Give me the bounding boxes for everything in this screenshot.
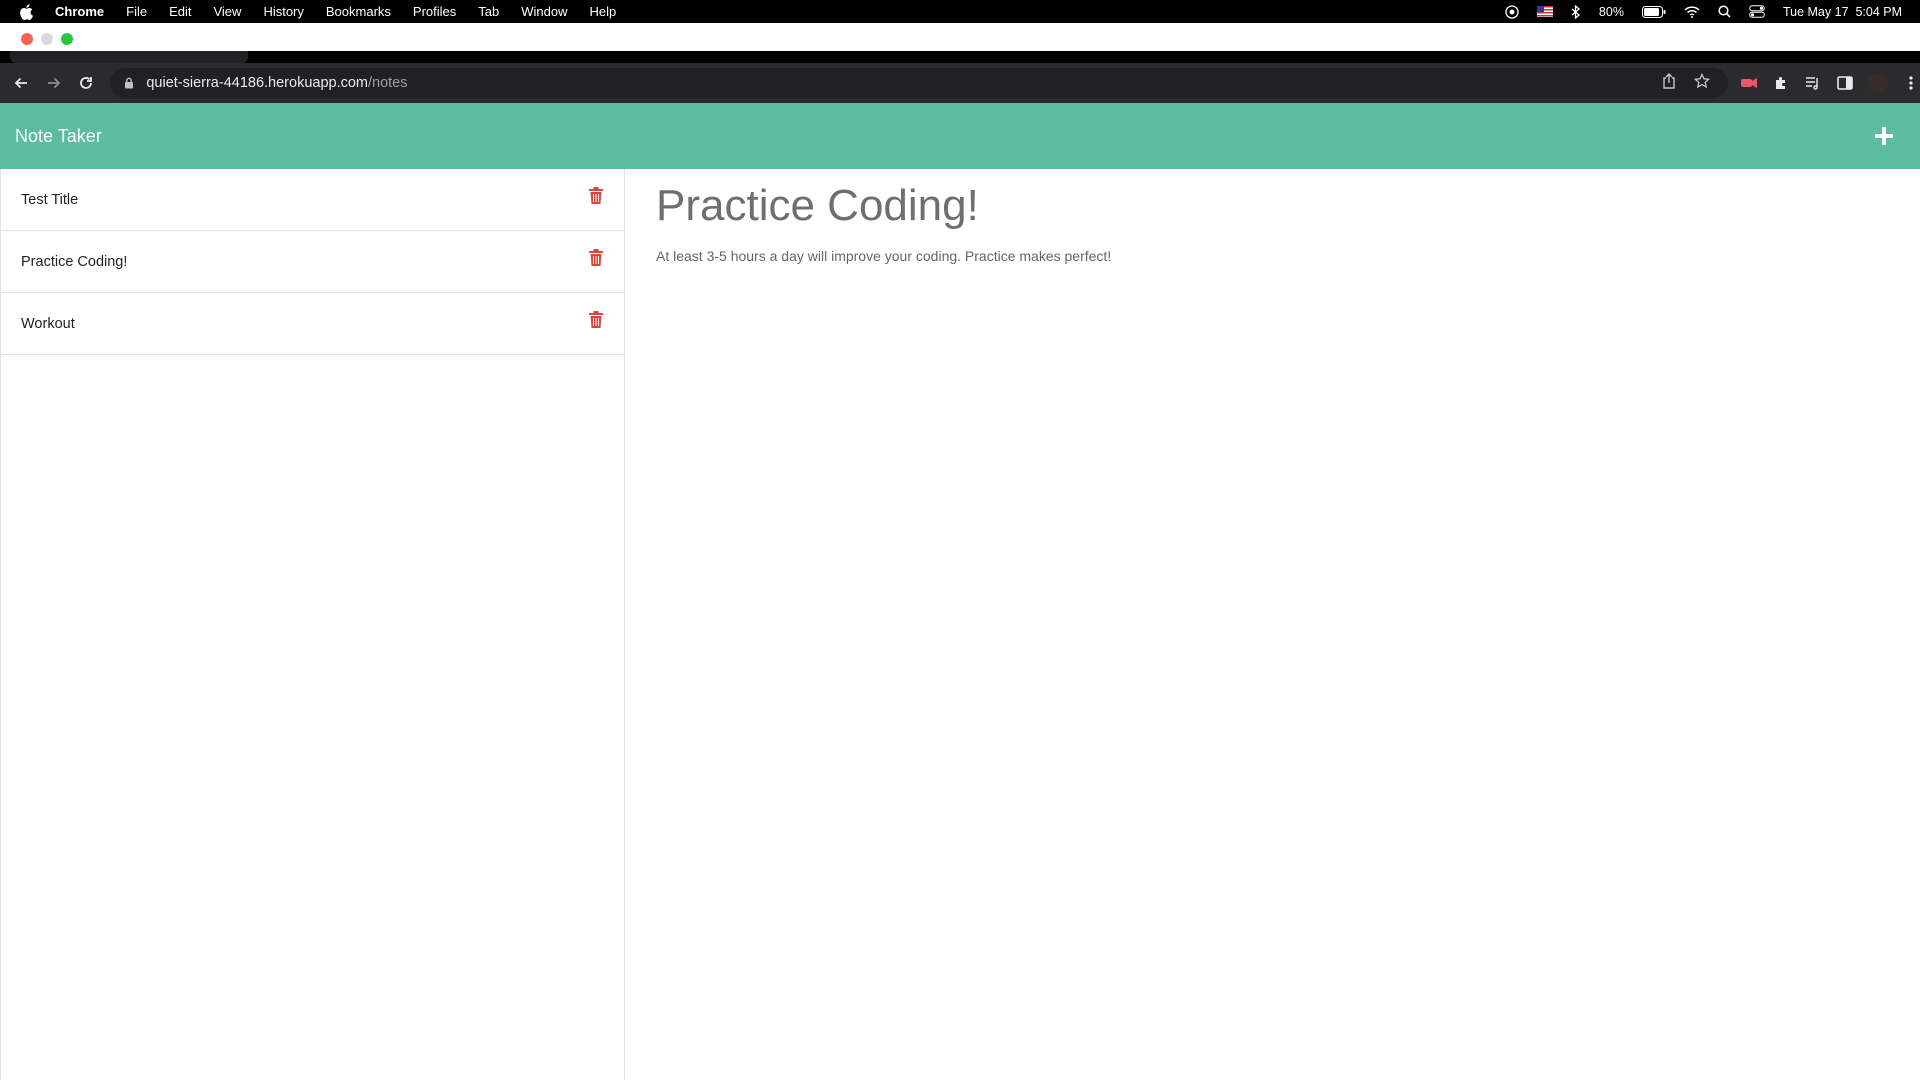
battery-percent: 80% (1598, 4, 1624, 19)
note-list-item-title: Practice Coding! (21, 253, 128, 270)
share-icon[interactable] (1662, 73, 1676, 93)
menu-bookmarks[interactable]: Bookmarks (326, 4, 391, 19)
menu-profiles[interactable]: Profiles (413, 4, 456, 19)
menu-view[interactable]: View (213, 4, 241, 19)
new-note-plus-icon[interactable] (1872, 124, 1896, 148)
lock-icon[interactable] (124, 77, 134, 89)
screen-record-icon[interactable] (1505, 4, 1519, 19)
menubar-clock[interactable]: Tue May 17 5:04 PM (1783, 5, 1902, 19)
note-list-item[interactable]: Workout (1, 293, 624, 355)
macos-menu-bar: Chrome File Edit View History Bookmarks … (0, 0, 1920, 23)
bluetooth-icon[interactable] (1571, 4, 1581, 19)
browser-tab-active[interactable] (10, 51, 248, 63)
forward-arrow-icon[interactable] (42, 71, 66, 95)
note-list-item-title: Workout (21, 315, 75, 332)
chrome-menu-kebab-icon[interactable] (1902, 74, 1920, 92)
note-list-item[interactable]: Practice Coding! (1, 231, 624, 293)
note-list-item[interactable]: Test Title (1, 169, 624, 231)
menu-tab[interactable]: Tab (478, 4, 499, 19)
battery-icon[interactable] (1641, 5, 1666, 18)
note-text-area[interactable]: At least 3-5 hours a day will improve yo… (656, 248, 1896, 264)
url-path: /notes (368, 75, 408, 91)
url-host: quiet-sierra-44186.herokuapp.com (146, 75, 368, 91)
control-center-icon[interactable] (1749, 5, 1765, 18)
us-flag-icon[interactable] (1536, 6, 1553, 17)
app-title[interactable]: Note Taker (15, 126, 102, 147)
menu-history[interactable]: History (263, 4, 303, 19)
menu-app-name[interactable]: Chrome (55, 4, 104, 19)
side-panel-icon[interactable] (1836, 74, 1854, 92)
menu-help[interactable]: Help (590, 4, 617, 19)
address-bar[interactable]: quiet-sierra-44186.herokuapp.com/notes (110, 68, 1728, 98)
delete-note-trash-icon[interactable] (586, 186, 606, 207)
note-title-input[interactable]: Practice Coding! (656, 181, 1896, 232)
wifi-icon[interactable] (1684, 5, 1700, 18)
delete-note-trash-icon[interactable] (586, 248, 606, 269)
delete-note-trash-icon[interactable] (586, 310, 606, 331)
menu-window[interactable]: Window (521, 4, 567, 19)
extensions-puzzle-icon[interactable] (1772, 74, 1790, 92)
window-titlebar (0, 23, 1920, 51)
window-maximize-button[interactable] (61, 33, 73, 45)
profile-avatar[interactable] (1867, 73, 1888, 93)
note-list: Test Title Practice Coding! Workout (0, 169, 625, 1080)
window-close-button[interactable] (21, 33, 33, 45)
back-arrow-icon[interactable] (9, 71, 33, 95)
window-minimize-button[interactable] (41, 33, 53, 45)
menu-edit[interactable]: Edit (169, 4, 191, 19)
spotlight-search-icon[interactable] (1718, 5, 1731, 18)
app-navbar: Note Taker (0, 103, 1920, 169)
note-editor: Practice Coding! At least 3-5 hours a da… (656, 169, 1896, 264)
browser-tab-strip (0, 51, 1920, 63)
reload-icon[interactable] (75, 71, 99, 95)
menu-file[interactable]: File (126, 4, 147, 19)
bookmark-star-icon[interactable] (1693, 72, 1711, 93)
note-list-item-title: Test Title (21, 191, 79, 208)
apple-logo-icon[interactable] (19, 3, 33, 20)
extension-screencast-icon[interactable] (1740, 74, 1758, 92)
reading-list-icon[interactable] (1804, 74, 1822, 92)
browser-toolbar: quiet-sierra-44186.herokuapp.com/notes (0, 63, 1920, 103)
